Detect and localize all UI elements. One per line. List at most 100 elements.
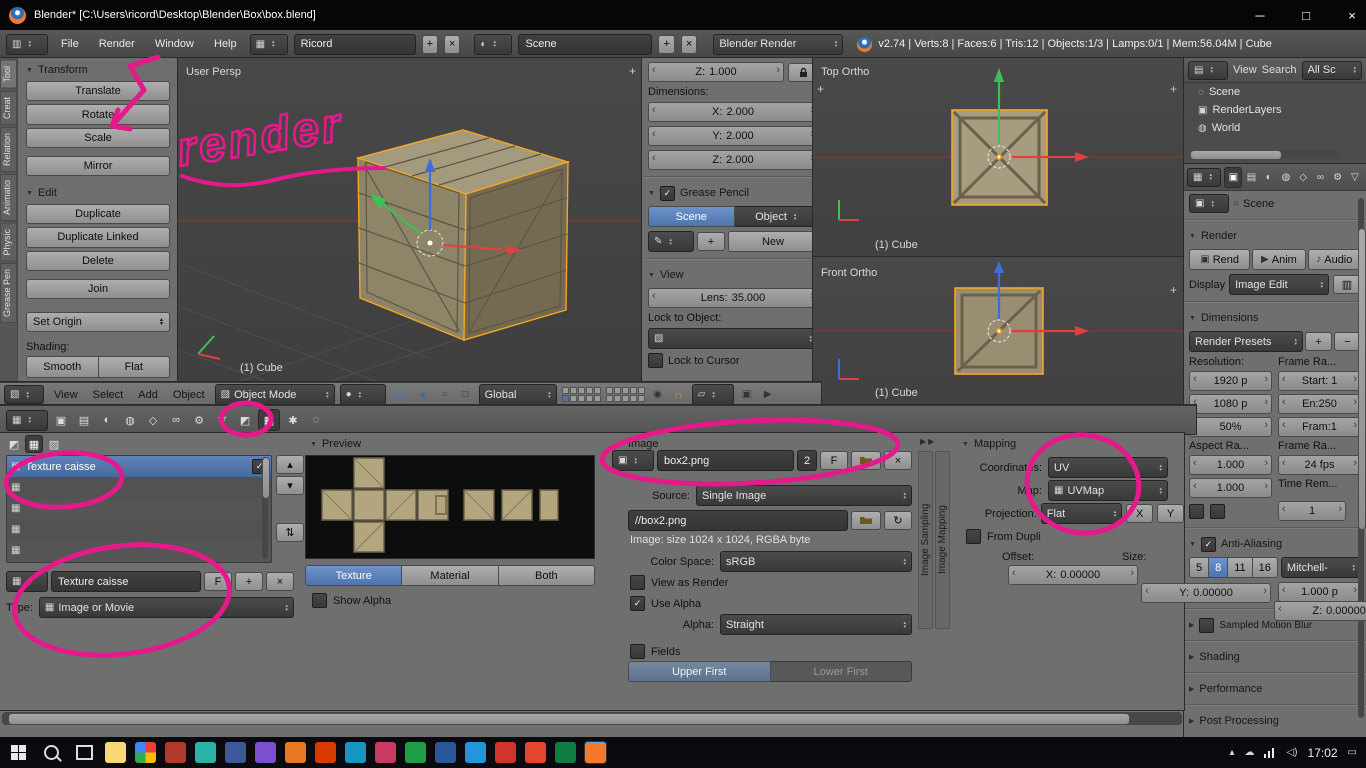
delete-screen-button[interactable]: × [444, 35, 460, 54]
texture-slot-selected[interactable]: ▦ Texture caisse [7, 456, 271, 477]
network-icon[interactable] [1264, 748, 1276, 758]
resolution-percent-field[interactable]: 50% [1189, 417, 1272, 437]
viewport-front-ortho[interactable]: Front Ortho (1) Cube + [813, 257, 1183, 405]
outliner-filter-select[interactable]: All Sc [1302, 61, 1362, 80]
shelf-tab-physics[interactable]: Physic [0, 223, 17, 262]
color-space-select[interactable]: sRGB [720, 551, 912, 572]
preset-add-button[interactable]: + [1305, 332, 1332, 351]
outliner-item-scene[interactable]: ◌Scene [1184, 83, 1366, 101]
shelf-tab-grease-pencil[interactable]: Grease Pen [0, 263, 17, 323]
panel-dimensions-title[interactable]: Dimensions [1189, 309, 1361, 327]
image-users-count[interactable]: 2 [797, 450, 817, 471]
view-plus-icon[interactable]: + [1170, 283, 1177, 297]
gp-new-button[interactable]: New [728, 231, 818, 252]
outliner-item-renderlayers[interactable]: ▣RenderLayers [1184, 101, 1366, 119]
outliner-search-menu[interactable]: Search [1262, 64, 1297, 76]
shelf-tab-relations[interactable]: Relation [0, 127, 17, 172]
join-button[interactable]: Join [26, 279, 170, 299]
editor-type-icon[interactable]: ▧ [4, 385, 44, 404]
texture-slot-empty[interactable]: ▦ [7, 477, 271, 498]
search-icon[interactable] [39, 745, 63, 760]
view-plus-icon[interactable]: + [817, 82, 824, 96]
texture-name-field[interactable]: Texture caisse [51, 571, 201, 592]
rotate-button[interactable]: Rotate [26, 104, 170, 124]
shade-smooth-button[interactable]: Smooth [26, 356, 99, 378]
display-mode-select[interactable]: Image Edit [1229, 274, 1329, 295]
display-lock-icon[interactable]: ▥ [1333, 275, 1361, 294]
grease-pencil-checkbox[interactable] [660, 186, 675, 201]
aa-filter-size-field[interactable]: 1.000 p [1278, 582, 1361, 602]
dim-z-field[interactable]: Z:2.000 [648, 150, 818, 170]
properties-vscrollbar[interactable] [1358, 198, 1364, 718]
frame-rate-field[interactable]: 24 fps [1278, 455, 1361, 475]
scene-name-field[interactable]: Scene [518, 34, 652, 55]
reload-image-button[interactable]: ↻ [884, 511, 912, 530]
aa-filter-select[interactable]: Mitchell- [1281, 557, 1361, 578]
tab-physics-icon[interactable]: ◌ [306, 410, 326, 430]
tab-object-icon[interactable]: ◇ [1295, 168, 1311, 187]
dim-y-field[interactable]: Y:2.000 [648, 126, 818, 146]
taskbar-app-icon[interactable] [315, 742, 336, 763]
breadcrumb-icon[interactable]: ▣ [1189, 194, 1229, 213]
screen-name-field[interactable]: Ricord [294, 34, 416, 55]
gp-object-toggle[interactable]: Object [735, 206, 819, 227]
minimize-button[interactable]: ─ [1237, 0, 1283, 30]
image-sampling-collapse-arrow[interactable]: ▶ [920, 437, 926, 446]
add-menu[interactable]: Add [133, 389, 163, 401]
scale-button[interactable]: Scale [26, 128, 170, 148]
aspect-x-field[interactable]: 1.000 [1189, 455, 1272, 475]
duplicate-linked-button[interactable]: Duplicate Linked [26, 227, 170, 247]
menu-render[interactable]: Render [92, 38, 142, 50]
aa-samples-11[interactable]: 11 [1228, 557, 1252, 578]
duplicate-button[interactable]: Duplicate [26, 204, 170, 224]
translate-button[interactable]: Translate [26, 81, 170, 101]
aa-samples-16[interactable]: 16 [1253, 557, 1278, 578]
taskbar-app-icon[interactable] [195, 742, 216, 763]
shelf-tab-animation[interactable]: Animatio [0, 174, 17, 221]
panel-performance[interactable]: Performance [1189, 680, 1361, 698]
texture-datablock-icon[interactable]: ▦ [6, 571, 48, 592]
add-scene-button[interactable]: + [658, 35, 674, 54]
texture-slots-list[interactable]: ▦ Texture caisse ▦ ▦ ▦ ▦ [6, 455, 272, 563]
word-icon[interactable] [435, 742, 456, 763]
animation-button[interactable]: ▶Anim [1252, 249, 1305, 270]
tab-object-data-icon[interactable]: ▽ [212, 410, 232, 430]
clock[interactable]: 17:02 [1308, 746, 1338, 760]
render-engine-select[interactable]: Blender Render [713, 34, 843, 55]
frame-end-field[interactable]: En:250 [1278, 394, 1361, 414]
taskbar-app-icon[interactable] [225, 742, 246, 763]
dim-x-field[interactable]: X:2.000 [648, 102, 818, 122]
onedrive-icon[interactable]: ☁ [1244, 747, 1254, 758]
coordinates-select[interactable]: UV [1048, 457, 1168, 478]
viewport-shading-select[interactable]: ● [340, 384, 386, 405]
gp-scene-toggle[interactable]: Scene [648, 206, 735, 227]
lens-field[interactable]: Lens:35.000 [648, 288, 818, 308]
tab-render-layers-icon[interactable]: ▤ [74, 410, 94, 430]
outliner-hscrollbar[interactable] [1190, 150, 1340, 158]
task-view-icon[interactable] [72, 745, 96, 760]
tab-constraints-icon[interactable]: ∞ [166, 410, 186, 430]
viewport-top-ortho[interactable]: Top Ortho (1) Cube + + [813, 58, 1183, 257]
audio-button[interactable]: ♪Audio [1308, 249, 1361, 270]
projection-select[interactable]: Flat [1041, 503, 1122, 524]
tab-render-layers-icon[interactable]: ▤ [1243, 168, 1259, 187]
illustrator-icon[interactable] [525, 742, 546, 763]
tab-object-icon[interactable]: ◇ [143, 410, 163, 430]
start-button[interactable] [6, 745, 30, 760]
orientation-select[interactable]: Global [479, 384, 557, 405]
texture-context-material-icon[interactable]: ◩ [6, 436, 22, 452]
delete-scene-button[interactable]: × [681, 35, 697, 54]
from-dupli-checkbox[interactable] [966, 529, 981, 544]
manipulator-scale-icon[interactable]: □ [458, 389, 474, 400]
resolution-y-field[interactable]: 1080 p [1189, 394, 1272, 414]
select-menu[interactable]: Select [88, 389, 129, 401]
slot-move-down-button[interactable]: ▾ [276, 476, 304, 495]
image-mapping-vertical-tab[interactable]: Image Mapping [935, 451, 950, 629]
view-plus-icon[interactable]: + [1170, 82, 1177, 96]
offset-x-field[interactable]: X:0.00000 [1008, 565, 1138, 585]
panel-post-processing[interactable]: Post Processing [1189, 712, 1361, 730]
aa-samples-5[interactable]: 5 [1189, 557, 1209, 578]
panel-edit-title[interactable]: Edit [26, 185, 170, 201]
lock-icon[interactable]: ◉ [650, 389, 666, 400]
tab-render-icon[interactable]: ▣ [1224, 167, 1242, 188]
